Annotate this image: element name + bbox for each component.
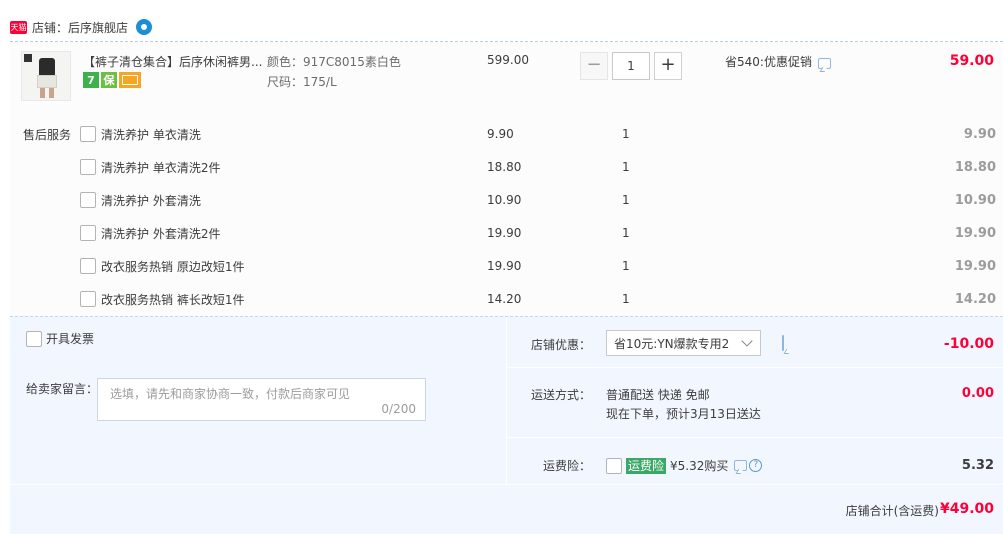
service-row: 清洗养护 单衣清洗2件 18.80 1 18.80 — [80, 157, 996, 177]
chat-bubble-icon[interactable] — [136, 19, 153, 35]
product-size: 尺码：175/L — [267, 75, 337, 89]
shop-discount-label: 店铺优惠： — [531, 338, 592, 352]
insurance-label: 运费险： — [543, 459, 592, 473]
service-row: 清洗养护 外套清洗2件 19.90 1 19.90 — [80, 223, 996, 243]
comment-icon[interactable] — [734, 460, 748, 471]
service-subtotal: 10.90 — [954, 192, 996, 208]
seven-day-return-icon[interactable]: 7 — [83, 72, 99, 88]
service-qty: 1 — [622, 127, 630, 141]
service-name: 清洗养护 单衣清洗2件 — [101, 160, 221, 175]
service-price: 9.90 — [487, 127, 514, 141]
service-checkbox[interactable] — [80, 192, 96, 208]
promo-info: 省540:优惠促销 — [725, 53, 831, 70]
shop-discount-amount: -10.00 — [943, 336, 994, 352]
char-counter: 0/200 — [381, 402, 416, 416]
service-qty: 1 — [622, 193, 630, 207]
service-subtotal: 18.80 — [954, 159, 996, 175]
model-figure — [39, 58, 55, 76]
promo-text: 省540:优惠促销 — [725, 55, 812, 69]
brand-logo-icon — [24, 54, 32, 62]
tmall-badge-icon: 天猫 — [10, 20, 27, 34]
invoice-option: 开具发票 — [26, 330, 94, 347]
product-color: 颜色：917C8015素白色 — [267, 55, 401, 69]
service-row: 改衣服务热销 裤长改短1件 14.20 1 14.20 — [80, 289, 996, 309]
service-subtotal: 9.90 — [963, 126, 996, 142]
service-name: 清洗养护 外套清洗 — [101, 193, 201, 208]
service-price: 10.90 — [487, 193, 522, 207]
service-price: 19.90 — [487, 226, 522, 240]
service-name: 改衣服务热销 裤长改短1件 — [101, 292, 245, 307]
quantity-stepper: − 1 + — [580, 52, 682, 80]
service-qty: 1 — [622, 292, 630, 306]
service-name: 清洗养护 单衣清洗 — [101, 127, 201, 142]
insurance-option: 运费险 ¥5.32购买 ? — [606, 457, 763, 474]
shipping-method: 普通配送 快递 免邮 — [606, 388, 710, 402]
shop-discount-value: 省10元:YN爆款专用2 — [614, 336, 730, 351]
shop-header: 天猫 店铺：后序旗舰店 — [10, 14, 153, 40]
service-price: 18.80 — [487, 160, 522, 174]
shipping-label: 运送方式： — [531, 388, 592, 402]
service-name: 改衣服务热销 原边改短1件 — [101, 259, 245, 274]
unit-price: 599.00 — [487, 53, 529, 67]
invoice-checkbox[interactable] — [26, 330, 42, 347]
product-subtotal: 59.00 — [949, 53, 994, 69]
shop-total-label: 店铺合计(含运费) — [845, 504, 939, 518]
qty-minus-button[interactable]: − — [580, 52, 608, 80]
qty-plus-button[interactable]: + — [654, 52, 682, 80]
product-title-link[interactable]: 【裤子清仓集合】后序休闲裤男... — [83, 53, 263, 70]
service-qty: 1 — [622, 226, 630, 240]
seller-note-input[interactable]: 选填，请先和商家协商一致，付款后商家可见 0/200 — [97, 378, 426, 421]
shop-total-value: ¥49.00 — [939, 501, 994, 517]
product-tags: 7 保 — [83, 72, 141, 88]
comment-icon[interactable] — [782, 335, 784, 351]
help-icon[interactable]: ? — [749, 459, 763, 472]
insurance-tag: 运费险 — [626, 457, 667, 474]
service-qty: 1 — [622, 259, 630, 273]
chevron-down-icon — [741, 335, 753, 347]
insurance-price: 5.32 — [961, 458, 994, 473]
after-sales-label: 售后服务 — [23, 128, 72, 142]
service-checkbox[interactable] — [80, 225, 96, 241]
service-subtotal: 14.20 — [954, 291, 996, 307]
guarantee-shield-icon[interactable]: 保 — [101, 72, 117, 88]
qty-input[interactable]: 1 — [612, 52, 650, 80]
shipping-fee: 0.00 — [961, 386, 994, 401]
seller-note-placeholder: 选填，请先和商家协商一致，付款后商家可见 — [110, 387, 351, 401]
product-thumbnail[interactable] — [21, 51, 71, 101]
shop-discount-select[interactable]: 省10元:YN爆款专用2 — [606, 330, 761, 356]
invoice-label: 开具发票 — [46, 332, 95, 346]
service-checkbox[interactable] — [80, 126, 96, 142]
service-checkbox[interactable] — [80, 159, 96, 175]
service-price: 19.90 — [487, 259, 522, 273]
service-checkbox[interactable] — [80, 258, 96, 274]
service-subtotal: 19.90 — [954, 225, 996, 241]
shipping-eta: 现在下单，预计3月13日送达 — [606, 407, 761, 421]
insurance-offer: ¥5.32购买 — [670, 459, 729, 473]
service-subtotal: 19.90 — [954, 258, 996, 274]
service-name: 清洗养护 外套清洗2件 — [101, 226, 221, 241]
service-checkbox[interactable] — [80, 291, 96, 307]
service-qty: 1 — [622, 160, 630, 174]
insurance-checkbox[interactable] — [606, 457, 622, 474]
credit-card-icon[interactable] — [119, 72, 141, 88]
service-row: 清洗养护 外套清洗 10.90 1 10.90 — [80, 190, 996, 210]
service-row: 改衣服务热销 原边改短1件 19.90 1 19.90 — [80, 256, 996, 276]
comment-icon[interactable] — [817, 58, 831, 69]
service-price: 14.20 — [487, 292, 522, 306]
shop-name-link[interactable]: 店铺：后序旗舰店 — [32, 19, 128, 36]
seller-note-label: 给卖家留言： — [26, 382, 99, 396]
service-row: 清洗养护 单衣清洗 9.90 1 9.90 — [80, 124, 996, 144]
